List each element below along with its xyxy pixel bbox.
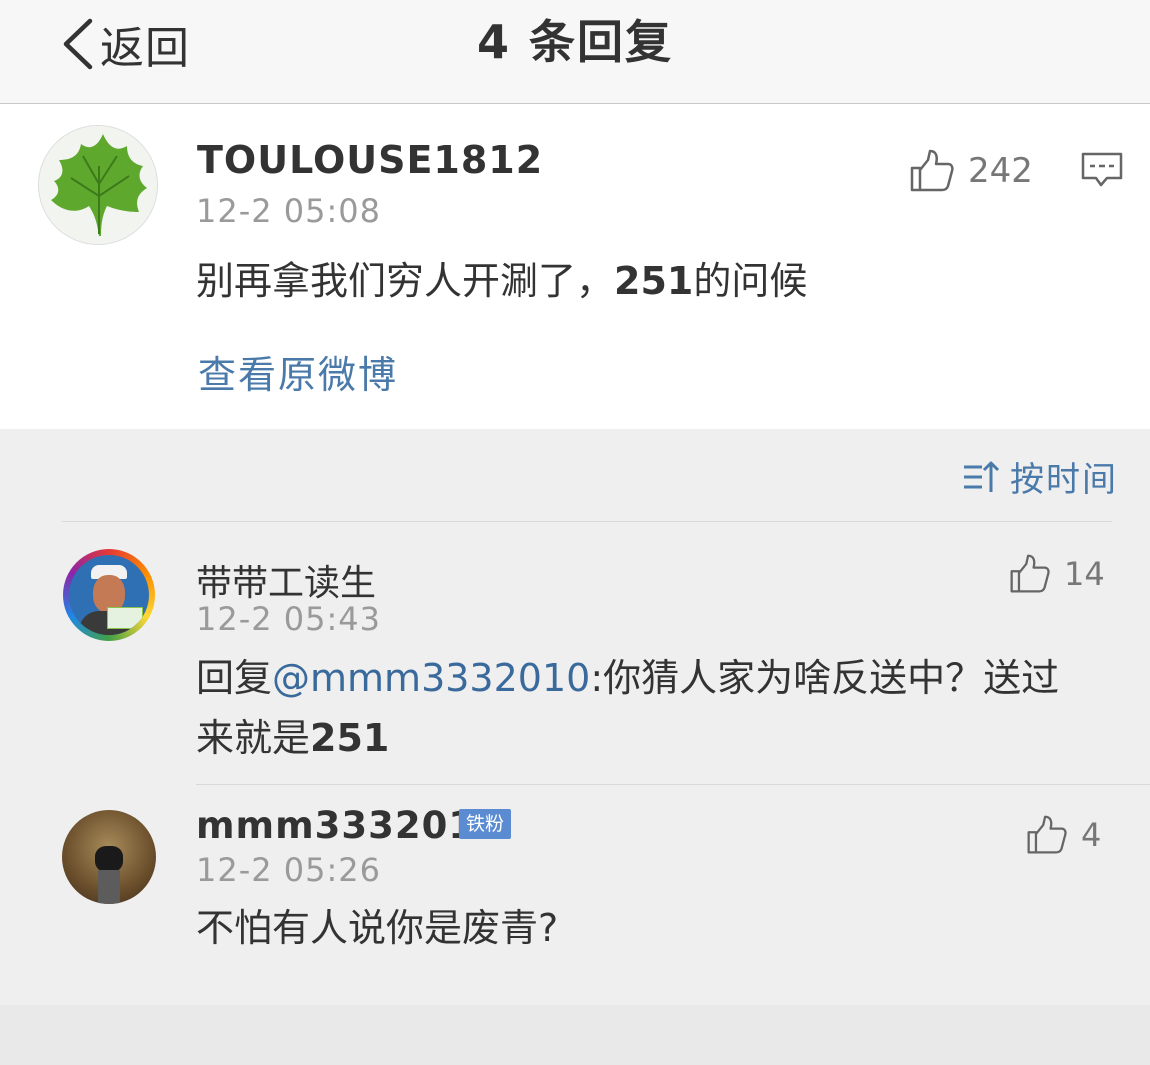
- comment-text-number: 251: [614, 259, 694, 303]
- fan-badge: 铁粉: [459, 809, 511, 839]
- reply-time: 12-2 05:43: [196, 600, 382, 638]
- reply-prefix: 回复: [196, 656, 273, 700]
- reply-text-part: :你猜人家为啥反送中？送过: [590, 656, 1060, 700]
- comment-text-part: 的问候: [693, 259, 808, 303]
- comment-time: 12-2 05:08: [196, 192, 382, 230]
- divider: [196, 784, 1150, 785]
- avatar-photo: [69, 555, 149, 635]
- like-count: 242: [968, 151, 1033, 191]
- leaf-avatar-image: [39, 126, 157, 244]
- avatar[interactable]: [63, 549, 155, 641]
- reply-username[interactable]: mmm3332010: [196, 804, 502, 847]
- comment-icon[interactable]: [1080, 148, 1124, 192]
- page-title: 4 条回复: [476, 15, 674, 69]
- thumbs-up-icon: [910, 149, 954, 192]
- reply-username[interactable]: 带带工读生: [196, 554, 376, 606]
- reply-text-part: 来就是: [196, 716, 311, 760]
- reply-text: 回复@mmm3332010:你猜人家为啥反送中？送过 来就是251: [196, 648, 1059, 768]
- reply-text-number: 251: [310, 716, 390, 760]
- like-count: 14: [1064, 555, 1105, 593]
- reply-text-line: 来就是251: [196, 708, 1059, 768]
- sort-label: 按时间: [1010, 460, 1118, 500]
- comment-username[interactable]: TOULOUSE1812: [197, 138, 543, 182]
- like-button[interactable]: 14: [1008, 553, 1105, 595]
- sort-button[interactable]: 按时间: [962, 452, 1118, 501]
- like-button[interactable]: 4: [1025, 814, 1101, 856]
- reply-time: 12-2 05:26: [196, 851, 382, 889]
- sort-icon: [964, 461, 1000, 492]
- like-button[interactable]: 242: [908, 148, 1033, 194]
- reply-text: 不怕有人说你是废青?: [196, 906, 559, 950]
- like-count: 4: [1081, 816, 1102, 854]
- main-comment: TOULOUSE1812 12-2 05:08 242 别再拿我们穷人开涮了，2…: [0, 104, 1150, 429]
- bottom-bar: [0, 1005, 1150, 1065]
- avatar-photo: [95, 846, 123, 872]
- comment-text-part: 别再拿我们穷人开涮了，: [196, 259, 615, 303]
- view-original-link[interactable]: 查看原微博: [198, 344, 398, 399]
- avatar[interactable]: [62, 810, 156, 904]
- avatar[interactable]: [38, 125, 158, 245]
- thumbs-up-icon: [1027, 815, 1067, 854]
- navigation-bar: 返回 4 条回复: [0, 0, 1150, 104]
- reply-text-line: 回复@mmm3332010:你猜人家为啥反送中？送过: [196, 648, 1059, 708]
- thumbs-up-icon: [1010, 554, 1050, 593]
- divider: [62, 521, 1112, 522]
- comment-text: 别再拿我们穷人开涮了，251的问候: [196, 251, 807, 311]
- mention-link[interactable]: @mmm3332010: [272, 656, 590, 700]
